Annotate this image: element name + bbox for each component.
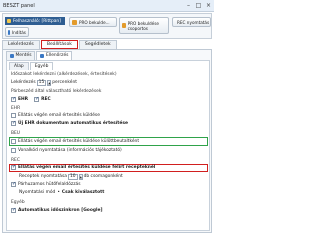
other-sync-checkbox[interactable] <box>11 207 16 213</box>
other-sync-row: Automatikus időszinkron [Google] <box>11 207 102 214</box>
settings-panel: Mentés Ellenőrzés Alap Egyéb Időszakot l… <box>2 49 212 233</box>
rec-print-label: REC nyomtatás <box>177 19 210 25</box>
close-icon[interactable]: × <box>204 1 213 10</box>
interval-spin-icon[interactable]: ▲ <box>47 79 52 86</box>
tab-helpers[interactable]: Segédletek <box>78 40 117 49</box>
save-icon <box>10 54 14 58</box>
types-heading: Párbeszéd által választható lekérdezések <box>11 89 102 94</box>
rec-copies-suffix: db csomagonként <box>83 174 123 179</box>
settings-inner: Alap Egyéb Időszakot lekérdezni (alkérde… <box>6 60 210 231</box>
rec-print-mode-value[interactable]: Csak kiválasztott <box>62 190 104 195</box>
rec-copies-spin-icon[interactable]: ▲ <box>78 173 83 180</box>
main-tabs: Lekérdezés Beállítások Segédletek <box>2 40 118 49</box>
ehr-section-heading: EHR <box>11 106 21 111</box>
beu-email-row: Ellátás végén email értesítés küldése kü… <box>11 138 139 145</box>
beu-email-checkbox[interactable] <box>11 139 16 144</box>
sub-tabs: Mentés Ellenőrzés <box>6 51 73 60</box>
rec-failsafe-row: Párhuzamos hütőfelaldózzás <box>11 181 81 188</box>
interval-prefix: Lekérdezés <box>11 80 36 85</box>
start-icon <box>8 29 10 35</box>
interval-input[interactable]: 15 <box>36 79 47 86</box>
print-mode-dropdown-icon[interactable]: • <box>57 190 60 195</box>
ehr-doc-checkbox[interactable] <box>11 120 16 126</box>
pro-send-label: PRO bekulde... <box>79 19 110 25</box>
rec-failsafe-label: Párhuzamos hütőfelaldózzás <box>18 182 81 187</box>
beu-barcode-row: Vonalkód nyomtatása (információs tájékoz… <box>11 147 122 154</box>
ehr-email-label: Ellátás végén email értesítés küldése <box>18 113 100 118</box>
user-bar: Felhasználó: [Rittpan] <box>5 17 65 25</box>
other-sync-label: Automatikus időszinkron [Google] <box>18 208 103 213</box>
window-titlebar: BESZT panel – □ × <box>0 0 214 12</box>
beu-barcode-checkbox[interactable] <box>11 148 16 153</box>
interval-heading: Időszakot lekérdezni (alkérdezések, érte… <box>11 72 117 77</box>
interval-suffix: percenként <box>52 80 77 85</box>
tab-basic[interactable]: Alap <box>9 62 29 70</box>
tab-check-label: Ellenőrzés <box>45 53 69 58</box>
rec-print-mode-row: Nyomtatási mód • Csak kiválasztott <box>19 189 104 196</box>
ehr-doc-row: Új EHR dokumentum automatikus értesítése <box>11 120 128 127</box>
start-button-label: Indítás <box>11 29 26 35</box>
maximize-icon[interactable]: □ <box>194 1 203 10</box>
pro-send-icon <box>72 19 77 25</box>
tab-save-label: Mentés <box>15 53 32 58</box>
rec-email-label: Ellátás végén email értesítés küldése fe… <box>18 165 156 170</box>
rec-email-row: Ellátás végén email értesítés küldése fe… <box>11 164 155 171</box>
beu-section-heading: BEU <box>11 131 20 136</box>
pro-send-group-icon <box>122 23 126 28</box>
rec-section-heading: REC <box>11 158 20 163</box>
rec-checkbox[interactable] <box>34 96 39 102</box>
beu-email-label: Ellátás végén email értesítés küldése kü… <box>18 139 140 144</box>
ehr-email-checkbox[interactable] <box>11 113 16 118</box>
window-title: BESZT panel <box>3 2 35 9</box>
rec-print-button[interactable]: REC nyomtatás <box>172 17 211 27</box>
rec-copies-row: Receptek nyomtatása 10 ▲ db csomagonként <box>19 173 123 180</box>
ehr-checkbox[interactable] <box>11 96 16 102</box>
tab-save[interactable]: Mentés <box>6 51 36 60</box>
rec-print-mode-prefix: Nyomtatási mód <box>19 190 56 195</box>
types-row: EHR REC <box>11 96 51 103</box>
ehr-email-row: Ellátás végén email értesítés küldése <box>11 112 100 119</box>
beu-barcode-label: Vonalkód nyomtatása (információs tájékoz… <box>18 148 122 153</box>
pro-send-button[interactable]: PRO bekulde... <box>69 17 117 27</box>
minimize-icon[interactable]: – <box>184 1 193 10</box>
check-icon <box>40 54 45 58</box>
tab-query[interactable]: Lekérdezés <box>2 40 40 49</box>
ehr-checkbox-label: EHR <box>18 97 29 102</box>
rec-checkbox-label: REC <box>41 97 51 102</box>
rec-copies-prefix: Receptek nyomtatása <box>19 174 67 179</box>
toolbar: Felhasználó: [Rittpan] Indítás PRO bekul… <box>2 13 212 39</box>
user-label: Felhasználó: [Rittpan] <box>13 18 61 24</box>
ehr-doc-label: Új EHR dokumentum automatikus értesítése <box>18 121 128 126</box>
tab-settings[interactable]: Beállítások <box>40 40 78 49</box>
start-button[interactable]: Indítás <box>5 27 29 37</box>
tab-other[interactable]: Egyéb <box>29 62 54 70</box>
rec-copies-input[interactable]: 10 <box>67 173 78 180</box>
rec-failsafe-checkbox[interactable] <box>11 181 16 187</box>
rec-email-checkbox[interactable] <box>11 164 16 170</box>
pro-send-group-button[interactable]: PRO bekuldése csoportos <box>119 17 169 34</box>
tab-check[interactable]: Ellenőrzés <box>36 51 73 60</box>
user-icon <box>7 19 11 23</box>
other-section-heading: Egyéb <box>11 200 25 205</box>
pro-send-group-label: PRO bekuldése csoportos <box>127 20 160 31</box>
interval-row: Lekérdezés 15 ▲ percenként <box>11 79 77 86</box>
inner-tabs: Alap Egyéb <box>9 62 54 70</box>
